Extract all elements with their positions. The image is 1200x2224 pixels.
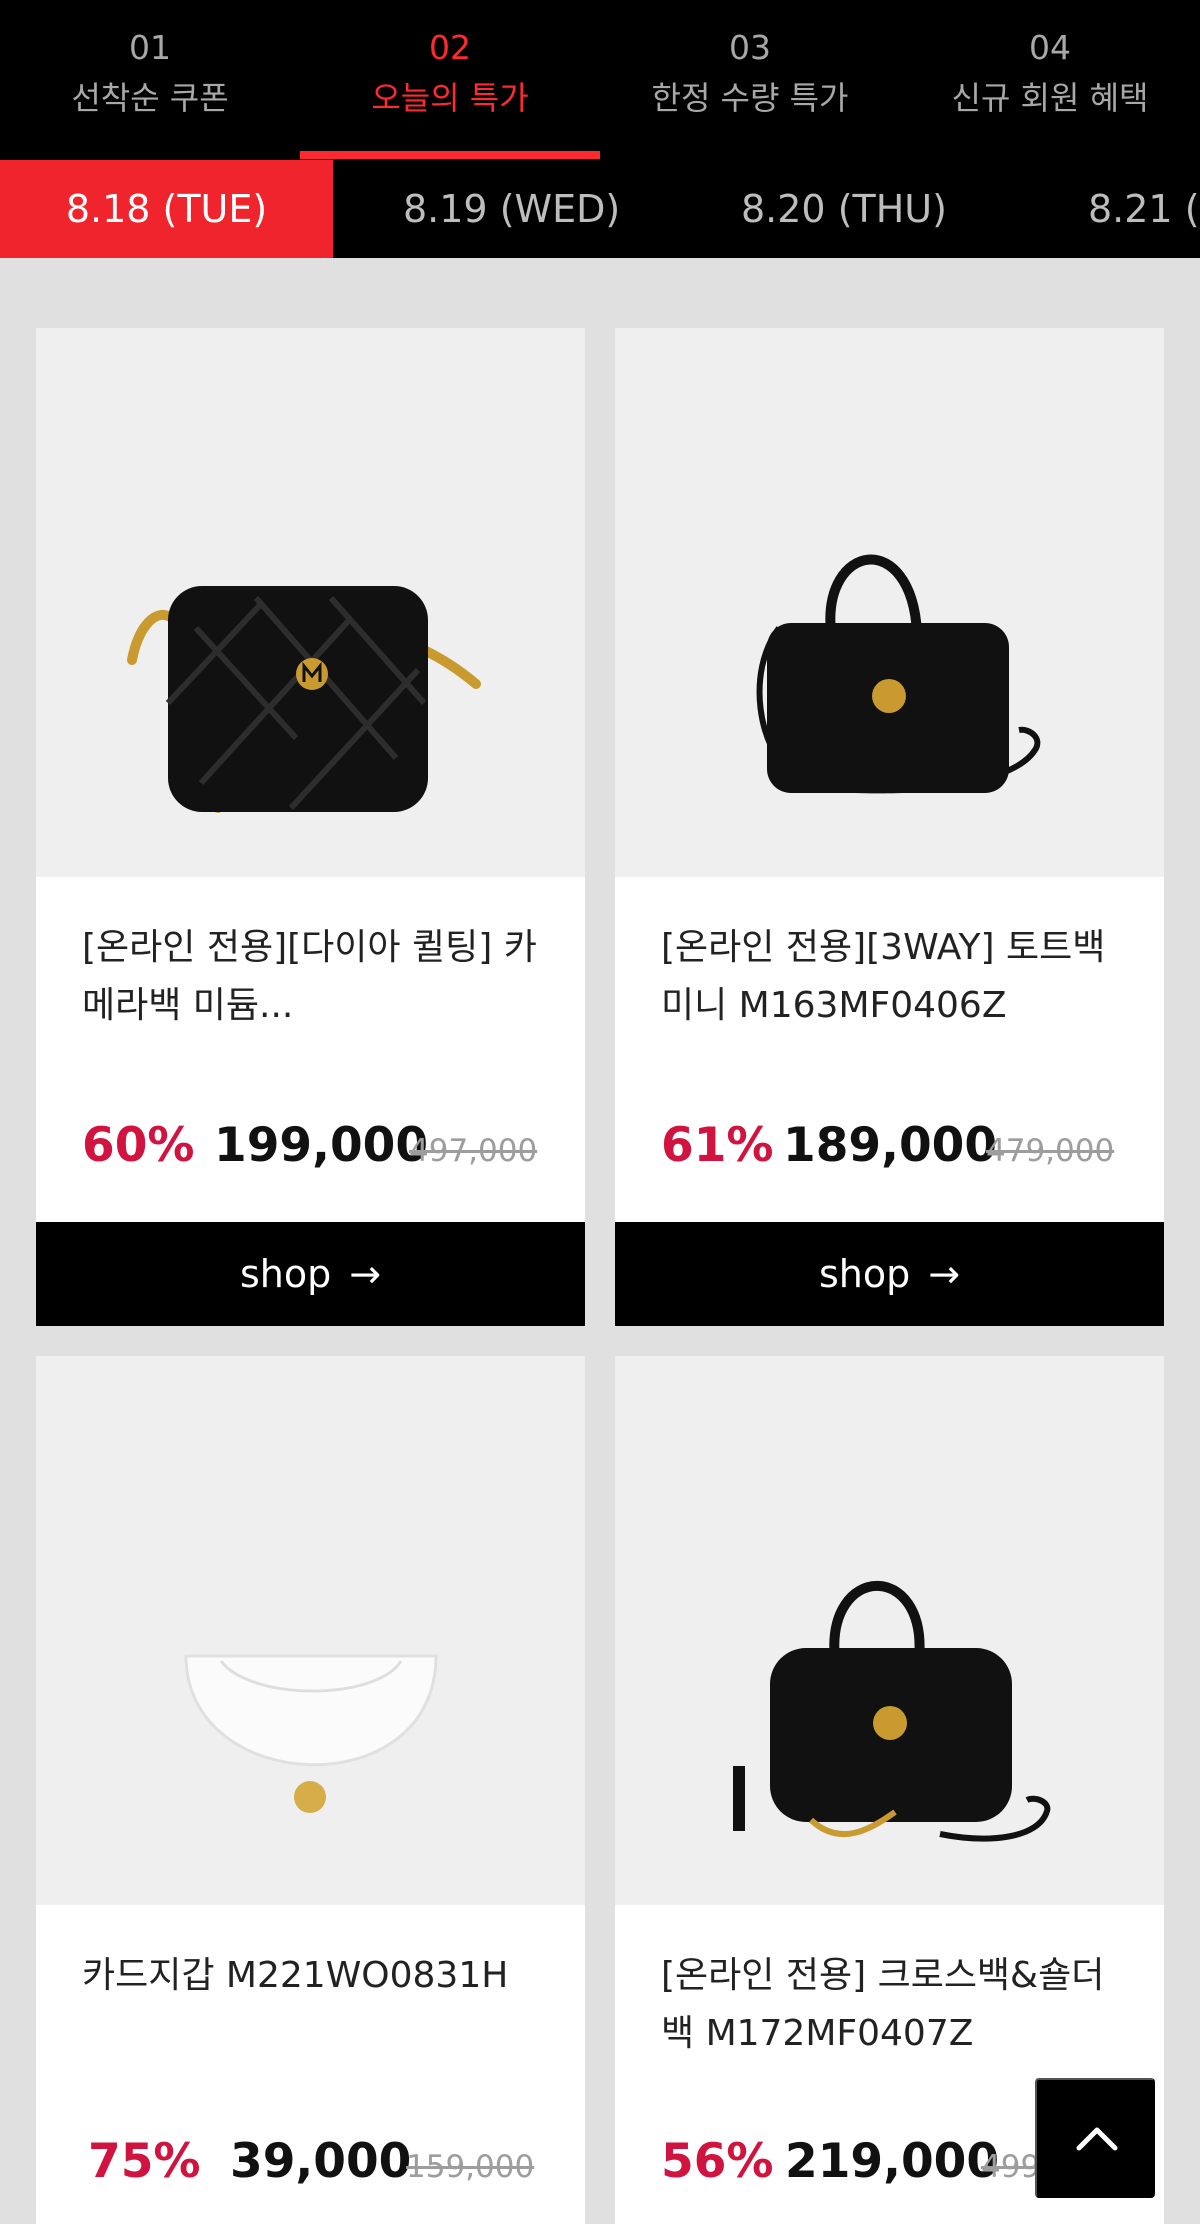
tab-first-come-coupon[interactable]: 01 선착순 쿠폰 [0,24,300,124]
date-tab[interactable]: 8.20 (THU) [741,160,947,258]
price-row: 75% 39,000 159,000 [82,2132,582,2192]
original-price: 499 [981,2149,1041,2185]
arrow-right-icon: → [928,1252,961,1296]
tab-number: 04 [1029,28,1071,67]
chevron-up-icon [1076,2127,1118,2151]
date-tab-partial[interactable]: 8.21 (F [1088,160,1200,258]
shop-button-label: shop [239,1252,332,1296]
date-selector: 8.18 (TUE) 8.19 (WED) 8.20 (THU) 8.21 (F [0,160,1200,258]
tab-limited-quantity[interactable]: 03 한정 수량 특가 [600,24,900,124]
price-row: 61% 189,000 479,000 [661,1116,1161,1176]
shop-button[interactable]: shop → [36,1222,585,1326]
tab-label: 한정 수량 특가 [651,79,849,117]
tab-today-special[interactable]: 02 오늘의 특가 [300,24,600,124]
date-tab-active[interactable]: 8.18 (TUE) [0,160,333,258]
sale-price: 219,000 [785,2134,1000,2189]
product-card-camera-bag[interactable]: [온라인 전용][다이아 퀼팅] 카메라백 미듐... 60% 199,000 … [36,328,585,1326]
original-price: 479,000 [986,1133,1115,1169]
sale-price: 39,000 [230,2134,412,2189]
tab-number: 02 [429,28,471,67]
sale-price: 199,000 [214,1118,429,1173]
discount-rate: 75% [88,2134,201,2189]
product-card-tote-bag[interactable]: [온라인 전용][3WAY] 토트백 미니 M163MF0406Z 61% 18… [615,328,1164,1326]
tab-label: 선착순 쿠폰 [71,79,229,117]
discount-rate: 60% [82,1118,195,1173]
tab-label: 오늘의 특가 [371,79,529,117]
card-wallet-image [184,1654,438,1813]
scroll-top-button[interactable] [1035,2078,1155,2198]
product-title[interactable]: 카드지갑 M221WO0831H [82,1947,552,2005]
product-title[interactable]: [온라인 전용][다이아 퀼팅] 카메라백 미듐... [82,919,552,1035]
product-image-crossbody-bag[interactable] [615,1356,1164,1905]
tab-new-member-benefit[interactable]: 04 신규 회원 혜택 [900,24,1200,124]
date-tab[interactable]: 8.19 (WED) [403,160,620,258]
price-row: 60% 199,000 497,000 [82,1116,582,1176]
shop-button-label: shop [818,1252,911,1296]
tote-bag-image [756,554,1041,794]
crossbody-bag-image [733,1580,1051,1842]
product-image-tote-bag[interactable] [615,328,1164,877]
tab-number: 01 [129,28,171,67]
shop-button[interactable]: shop → [615,1222,1164,1326]
discount-rate: 56% [661,2134,774,2189]
product-image-card-wallet[interactable] [36,1356,585,1905]
product-card-card-wallet[interactable]: 카드지갑 M221WO0831H 75% 39,000 159,000 [36,1356,585,2224]
active-tab-indicator [300,151,600,159]
tab-number: 03 [729,28,771,67]
original-price: 159,000 [406,2149,535,2185]
product-title[interactable]: [온라인 전용][3WAY] 토트백 미니 M163MF0406Z [661,919,1131,1035]
arrow-right-icon: → [349,1252,382,1296]
sale-price: 189,000 [783,1118,998,1173]
product-image-camera-bag[interactable] [36,328,585,877]
product-title[interactable]: [온라인 전용] 크로스백&숄더백 M172MF0407Z [661,1947,1131,2063]
top-tab-bar: 01 선착순 쿠폰 02 오늘의 특가 03 한정 수량 특가 04 신규 회원… [0,0,1200,160]
original-price: 497,000 [409,1133,538,1169]
discount-rate: 61% [661,1118,774,1173]
camera-bag-image [127,586,481,813]
tab-label: 신규 회원 혜택 [951,79,1149,117]
